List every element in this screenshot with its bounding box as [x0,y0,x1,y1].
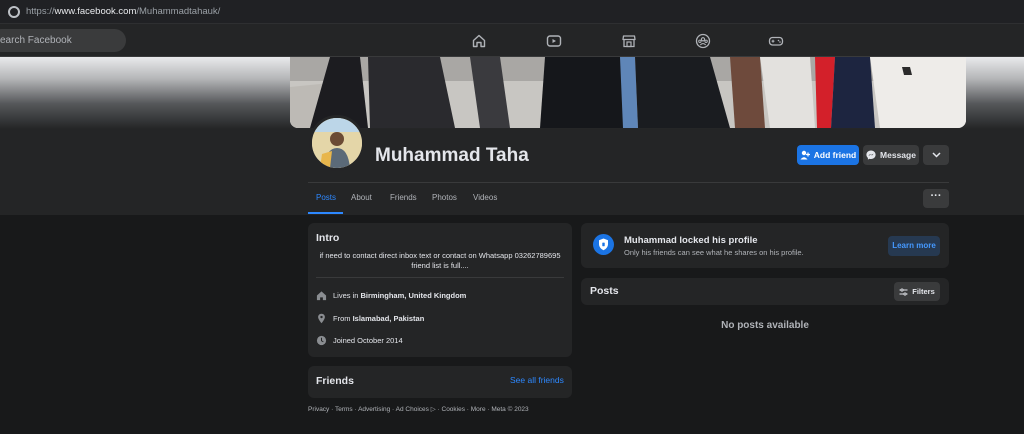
tab-friends[interactable]: Friends [390,193,417,202]
filters-icon [899,287,908,296]
site-info-icon[interactable] [8,6,20,18]
clock-icon [316,335,327,345]
marketplace-icon[interactable] [621,33,637,49]
locked-subtitle: Only his friends can see what he shares … [624,248,804,257]
locked-title: Muhammad locked his profile [624,235,758,246]
footer-links-right[interactable]: · Cookies · More · Meta © 2023 [438,406,529,413]
no-posts-message: No posts available [721,320,809,331]
chevron-down-icon [931,152,941,158]
address-url[interactable]: https://www.facebook.com/Muhammadtahauk/ [26,6,220,17]
lives-prefix: Lives in [333,290,361,300]
url-path: /Muhammadtahauk/ [136,6,221,17]
header-divider [308,182,949,183]
posts-header-card: Posts Filters [581,278,949,305]
intro-from: From Islamabad, Pakistan [316,312,424,324]
browser-address-bar[interactable]: https://www.facebook.com/Muhammadtahauk/ [0,0,1024,24]
locked-profile-card: Muhammad locked his profile Only his fri… [581,223,949,268]
intro-bio: if need to contact direct inbox text or … [308,251,572,271]
see-all-friends-link[interactable]: See all friends [510,375,564,385]
intro-bio-line-1: if need to contact direct inbox text or … [319,251,561,260]
tab-photos[interactable]: Photos [432,193,457,202]
profile-header [0,57,1024,215]
intro-bio-line-2: friend list is full.... [411,261,469,270]
groups-icon[interactable] [695,33,711,49]
friends-title: Friends [316,375,354,387]
video-icon[interactable] [546,33,562,49]
intro-joined: Joined October 2014 [316,334,403,346]
message-button[interactable]: Message [863,145,919,165]
tab-posts[interactable]: Posts [316,193,336,202]
add-friend-button[interactable]: Add friend [797,145,859,165]
intro-divider [316,277,564,278]
cover-photo[interactable] [290,57,966,128]
search-placeholder: earch Facebook [0,35,72,46]
search-input[interactable]: earch Facebook [0,29,126,52]
facebook-top-nav: earch Facebook [0,24,1024,57]
ad-choices-icon: ▷ [430,406,436,413]
profile-avatar[interactable] [309,115,365,171]
location-pin-icon [318,313,325,323]
filters-button[interactable]: Filters [894,282,940,301]
from-place[interactable]: Islamabad, Pakistan [353,314,425,323]
add-friend-icon [800,150,810,160]
footer-links: Privacy · Terms · Advertising · Ad Choic… [308,405,529,413]
friends-card: Friends See all friends [308,366,572,398]
tab-about[interactable]: About [351,193,372,202]
add-friend-label: Add friend [813,150,857,160]
url-domain: www.facebook.com [54,6,137,17]
message-label: Message [880,150,916,160]
intro-title: Intro [316,232,340,244]
intro-card: Intro if need to contact direct inbox te… [308,223,572,357]
learn-more-button[interactable]: Learn more [888,236,940,256]
intro-lives-in: Lives in Birmingham, United Kingdom [316,289,466,301]
profile-name: Muhammad Taha [375,145,529,166]
active-tab-indicator [308,212,343,214]
gaming-icon[interactable] [768,33,784,49]
from-prefix: From [333,313,353,323]
messenger-icon [866,150,876,160]
tab-videos[interactable]: Videos [473,193,497,202]
lives-place[interactable]: Birmingham, United Kingdom [361,291,467,300]
profile-options-button[interactable] [923,145,949,165]
posts-title: Posts [590,285,619,297]
tabs-more-button[interactable]: ··· [923,189,949,208]
joined-text: Joined October 2014 [333,335,403,345]
home-icon [316,290,327,300]
filters-label: Filters [912,287,935,296]
home-icon[interactable] [471,33,487,49]
locked-shield-icon [593,234,614,255]
footer-links-left[interactable]: Privacy · Terms · Advertising · Ad Choic… [308,406,429,413]
url-prefix: https:// [26,6,55,17]
